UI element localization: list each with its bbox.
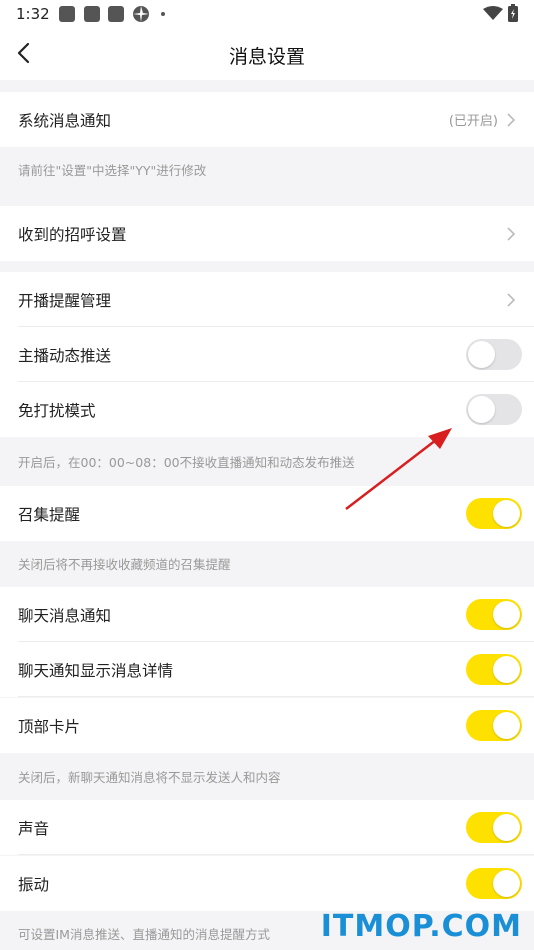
chevron-right-icon [507, 293, 516, 307]
vibrate-label: 振动 [18, 876, 50, 894]
notification-icon [59, 6, 75, 22]
dnd-mode-row: 免打扰模式 [0, 382, 534, 437]
toggle-knob [493, 814, 520, 841]
live-reminder-label: 开播提醒管理 [18, 292, 112, 310]
system-notice-note: 请前往"设置"中选择"YY"进行修改 [18, 163, 207, 178]
live-reminder-row[interactable]: 开播提醒管理 [0, 272, 534, 327]
toggle-knob [493, 500, 520, 527]
gather-reminder-label: 召集提醒 [18, 506, 81, 524]
toggle-knob [468, 396, 495, 423]
toggle-knob [493, 870, 520, 897]
system-notice-status: (已开启) [448, 114, 498, 129]
top-card-toggle[interactable] [466, 710, 522, 741]
chat-detail-row: 聊天通知显示消息详情 [0, 642, 534, 697]
streamer-feed-toggle[interactable] [466, 339, 522, 370]
status-time: 1:32 [16, 5, 50, 23]
page-title: 消息设置 [228, 46, 305, 68]
sound-toggle[interactable] [466, 812, 522, 843]
streamer-feed-row: 主播动态推送 [0, 327, 534, 382]
chat-note: 关闭后，新聊天通知消息将不显示发送人和内容 [18, 770, 281, 785]
toggle-knob [468, 341, 495, 368]
chat-detail-toggle[interactable] [466, 654, 522, 685]
vibrate-toggle[interactable] [466, 868, 522, 899]
chat-notice-label: 聊天消息通知 [18, 607, 112, 625]
app-header: 消息设置 [0, 28, 534, 80]
alert-method-note: 可设置IM消息推送、直播通知的消息提醒方式 [18, 927, 270, 942]
sound-row: 声音 [0, 800, 534, 855]
gather-note: 关闭后将不再接收收藏频道的召集提醒 [18, 557, 231, 572]
chevron-right-icon [507, 227, 516, 241]
chat-notice-toggle[interactable] [466, 599, 522, 630]
status-bar: 1:32 [0, 0, 534, 28]
sound-label: 声音 [18, 820, 50, 838]
top-card-row: 顶部卡片 [0, 698, 534, 753]
aperture-icon [133, 6, 149, 22]
wifi-icon [483, 6, 503, 20]
gather-reminder-toggle[interactable] [466, 498, 522, 529]
streamer-feed-label: 主播动态推送 [18, 347, 112, 365]
notification-icon [108, 6, 124, 22]
top-card-label: 顶部卡片 [18, 718, 81, 736]
toggle-knob [493, 601, 520, 628]
greeting-settings-row[interactable]: 收到的招呼设置 [0, 206, 534, 261]
chat-notice-row: 聊天消息通知 [0, 587, 534, 642]
notification-icon [84, 6, 100, 22]
more-notifications-dot [161, 12, 165, 16]
chevron-right-icon [507, 113, 516, 127]
system-notice-label: 系统消息通知 [18, 112, 112, 130]
dnd-note: 开启后，在00：00~08：00不接收直播通知和动态发布推送 [18, 455, 355, 470]
dnd-mode-toggle[interactable] [466, 394, 522, 425]
system-notice-row[interactable]: 系统消息通知 (已开启) [0, 92, 534, 147]
battery-icon [508, 4, 518, 22]
chat-detail-label: 聊天通知显示消息详情 [18, 662, 174, 680]
gather-reminder-row: 召集提醒 [0, 486, 534, 541]
divider [18, 854, 534, 855]
vibrate-row: 振动 [0, 856, 534, 911]
greeting-settings-label: 收到的招呼设置 [18, 226, 127, 244]
toggle-knob [493, 712, 520, 739]
dnd-mode-label: 免打扰模式 [18, 402, 96, 420]
divider [18, 696, 534, 697]
toggle-knob [493, 656, 520, 683]
watermark-logo: ITMOP.COM [320, 909, 522, 944]
